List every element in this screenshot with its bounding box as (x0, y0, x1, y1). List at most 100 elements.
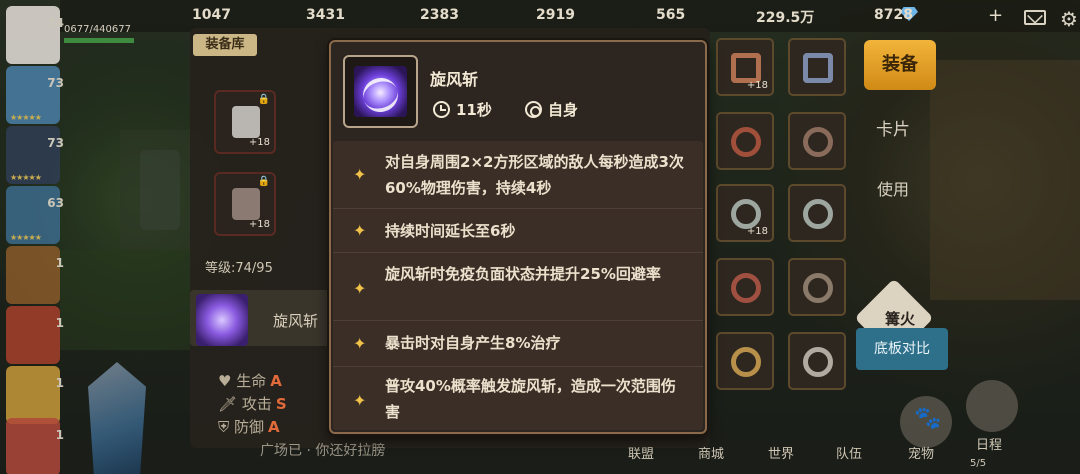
hero-portrait[interactable]: 63 ★★★★★ (6, 186, 64, 244)
effect-text: 持续时间延长至6秒 (385, 222, 516, 240)
player-hp-bar (64, 38, 134, 43)
resource-value-3: 2383 (420, 7, 459, 23)
tooltip-target: 自身 (548, 101, 579, 119)
hero-level: 63 (47, 196, 64, 210)
bracelet-icon (803, 199, 833, 229)
effect-text: 旋风斩时免疫负面状态并提升25%回避率 (385, 265, 661, 283)
inventory-slot[interactable]: +18 (716, 184, 774, 242)
bracelet-icon (731, 199, 761, 229)
inventory-slot[interactable] (716, 258, 774, 316)
hero-level: 1 (55, 316, 64, 330)
hero-portrait[interactable]: 1 (6, 306, 64, 364)
ring-icon (731, 127, 761, 157)
stat-grade: A (270, 372, 282, 390)
equip-slot-armor[interactable]: 🔒 +18 (214, 172, 276, 236)
nav-team[interactable]: 队伍 (836, 443, 862, 462)
effect-item: ✦ 旋风斩时免疫负面状态并提升25%回避率 (333, 253, 703, 321)
sword-small-icon: 🗡 (218, 395, 242, 413)
hero-portrait[interactable]: 73 ★★★★★ (6, 126, 64, 184)
hero-stars: ★★★★★ (10, 173, 42, 182)
tooltip-effect-list: ✦ 对自身周围2×2方形区域的敌人每秒造成3次60%物理伤害，持续4秒 ✦ 持续… (333, 141, 703, 430)
tooltip-skill-name: 旋风斩 (430, 70, 479, 89)
equip-slot-weapon[interactable]: 🔒 +18 (214, 90, 276, 154)
mail-icon[interactable] (1024, 10, 1046, 25)
nav-schedule[interactable]: 日程 (976, 434, 1002, 453)
resource-value-7: 8728 (874, 7, 913, 23)
gear-icon[interactable]: ⚙ (1060, 7, 1078, 31)
shield-icon: ⛨ (218, 418, 235, 436)
hero-level: 73 (47, 76, 64, 90)
tab-equipment-storage[interactable]: 装备库 (193, 34, 257, 56)
star-icon: ✦ (353, 221, 367, 240)
enhance-level: +18 (248, 137, 270, 148)
enhance-level: +18 (746, 80, 768, 91)
stat-defense: ⛨ 防御 A (218, 416, 280, 437)
effect-text: 暴击时对自身产生8%治疗 (385, 334, 561, 352)
ring-icon (731, 347, 761, 377)
stat-grade: S (275, 395, 287, 413)
ring-icon (731, 273, 761, 303)
hero-level: 73 (47, 136, 64, 150)
nav-alliance[interactable]: 联盟 (628, 443, 654, 462)
hero-stars: ★★★★★ (10, 113, 42, 122)
hero-stars: ★★★★★ (10, 233, 42, 242)
whirlwind-skill-icon[interactable] (196, 294, 248, 346)
hero-portrait[interactable]: 73 ★★★★★ (6, 66, 64, 124)
nav-world[interactable]: 世界 (768, 443, 794, 462)
stat-label: 生命 (236, 372, 267, 390)
inventory-slot[interactable]: +18 (716, 38, 774, 96)
paw-icon: 🐾 (914, 406, 942, 431)
inventory-slot[interactable] (788, 38, 846, 96)
hero-portrait[interactable]: 74 (6, 6, 64, 64)
star-icon: ✦ (353, 279, 367, 298)
inventory-slot[interactable] (788, 184, 846, 242)
schedule-button[interactable] (966, 380, 1018, 432)
equip-button[interactable]: 装备 (864, 40, 936, 90)
armor-icon (731, 53, 761, 83)
effect-item: ✦ 普攻40%概率触发旋风斩，造成一次范围伤害 (333, 367, 703, 430)
stat-label: 攻击 (241, 395, 272, 413)
sword-icon (232, 106, 260, 138)
target-icon (525, 101, 542, 118)
hero-portrait[interactable]: 1 (6, 246, 64, 304)
inventory-slot[interactable] (716, 112, 774, 170)
inventory-slot[interactable] (788, 258, 846, 316)
ring-icon (803, 127, 833, 157)
schedule-count: 5/5 (970, 458, 987, 469)
resource-value-6: 229.5万 (756, 10, 815, 26)
armor-icon (232, 188, 260, 220)
effect-item: ✦ 暴击时对自身产生8%治疗 (333, 321, 703, 367)
enhance-level: +18 (248, 219, 270, 230)
clock-icon (433, 101, 450, 118)
chat-preview[interactable]: 广场已 · 你还好拉膀 (260, 440, 500, 464)
star-icon: ✦ (353, 391, 367, 410)
hero-level: 1 (55, 376, 64, 390)
lock-icon: 🔒 (257, 176, 270, 187)
armor-icon (803, 53, 833, 83)
hero-level: 1 (55, 256, 64, 270)
equipment-level: 等级:74/95 (205, 261, 273, 276)
hero-level: 74 (47, 16, 64, 30)
hero-portrait[interactable]: 1 (6, 366, 64, 424)
stat-grade: A (268, 418, 280, 436)
resource-value-1: 1047 (192, 7, 231, 23)
use-button[interactable]: 使用 (862, 172, 924, 208)
effect-item: ✦ 对自身周围2×2方形区域的敌人每秒造成3次60%物理伤害，持续4秒 (333, 141, 703, 209)
nav-shop[interactable]: 商城 (698, 443, 724, 462)
tooltip-cooldown: 11秒 (456, 101, 492, 119)
star-icon: ✦ (353, 334, 367, 353)
card-button[interactable]: 卡片 (862, 112, 924, 148)
inventory-slot[interactable] (788, 332, 846, 390)
inventory-slot[interactable] (788, 112, 846, 170)
compare-base-button[interactable]: 底板对比 (856, 328, 948, 370)
add-currency-button[interactable]: + (988, 5, 1003, 26)
ring-icon (803, 347, 833, 377)
lock-icon: 🔒 (257, 94, 270, 105)
heart-icon: ♥ (218, 372, 237, 390)
ring-icon (803, 273, 833, 303)
player-hp-text: 0677/440677 (64, 24, 131, 35)
star-icon: ✦ (353, 165, 367, 184)
inventory-slot[interactable] (716, 332, 774, 390)
bonfire-label: 篝火 (884, 310, 915, 328)
nav-pet[interactable]: 宠物 (908, 443, 934, 462)
